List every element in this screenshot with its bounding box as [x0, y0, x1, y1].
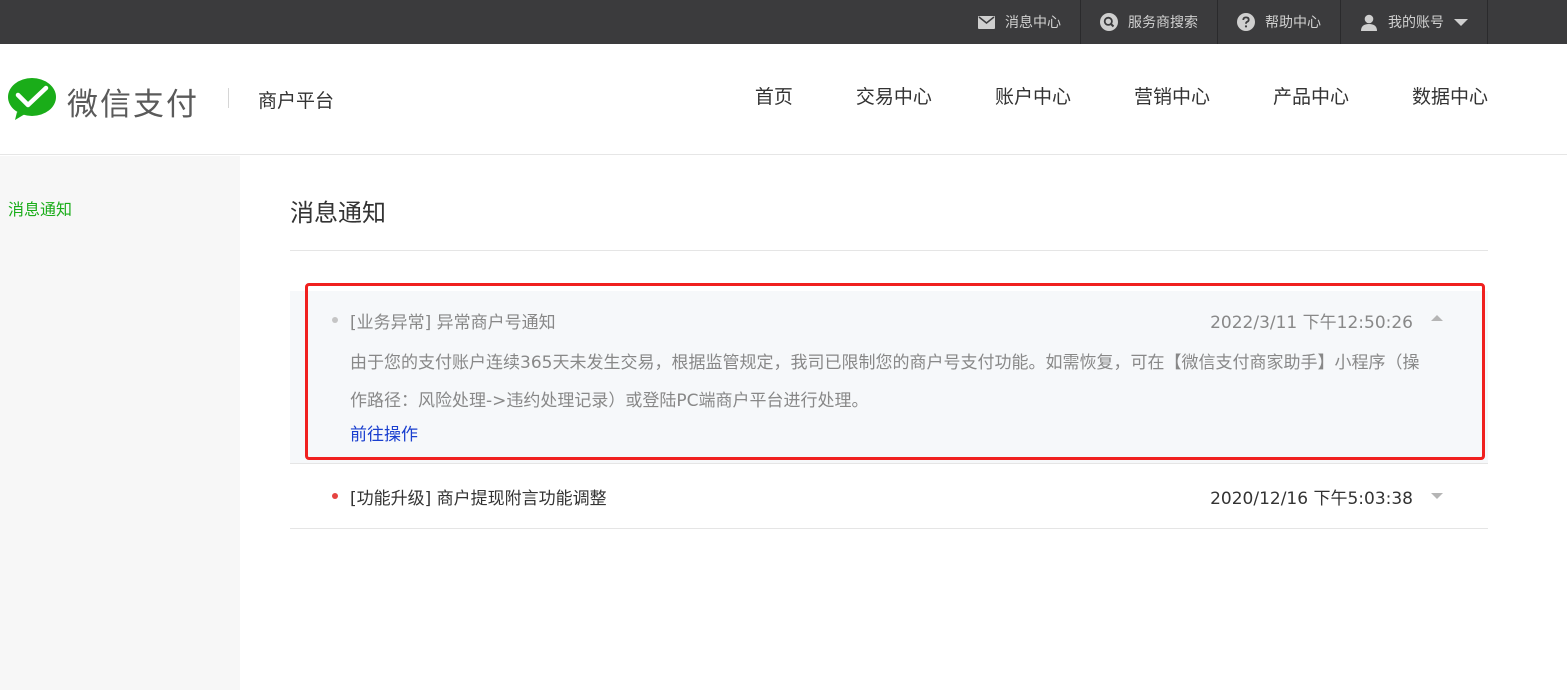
topnav-message-center[interactable]: 消息中心 [958, 0, 1080, 44]
title-divider [290, 250, 1488, 251]
sidebar-item-notifications[interactable]: 消息通知 [8, 196, 72, 220]
message-item[interactable]: [功能升级] 商户提现附言功能调整 2020/12/16 下午5:03:38 [290, 465, 1488, 529]
wechat-pay-logo-icon [7, 78, 57, 125]
platform-name: 商户平台 [258, 90, 335, 112]
user-icon [1360, 13, 1378, 31]
top-nav: 消息中心 服务商搜索 帮助中心 我的账号 [958, 0, 1488, 44]
topnav-label: 消息中心 [1005, 15, 1061, 31]
header-divider [228, 88, 229, 108]
collapse-arrow-icon[interactable] [1431, 315, 1443, 321]
read-dot-icon [332, 317, 338, 323]
message-title: [功能升级] 商户提现附言功能调整 [350, 489, 607, 509]
topnav-my-account[interactable]: 我的账号 [1340, 0, 1488, 44]
nav-product-center[interactable]: 产品中心 [1273, 82, 1349, 109]
nav-trade-center[interactable]: 交易中心 [856, 82, 932, 109]
logo-text: 微信支付 [67, 87, 199, 123]
topnav-label: 我的账号 [1388, 15, 1444, 31]
logo[interactable]: 微信支付 [7, 78, 199, 125]
message-item[interactable]: [业务异常] 异常商户号通知 2022/3/11 下午12:50:26 由于您的… [290, 283, 1488, 464]
message-time: 2020/12/16 下午5:03:38 [1210, 489, 1413, 509]
message-time: 2022/3/11 下午12:50:26 [1210, 313, 1413, 333]
search-icon [1100, 13, 1118, 31]
help-icon [1237, 13, 1255, 31]
message-title: [业务异常] 异常商户号通知 [350, 313, 556, 333]
topnav-label: 服务商搜索 [1128, 15, 1198, 31]
topnav-label: 帮助中心 [1265, 15, 1321, 31]
topnav-help-center[interactable]: 帮助中心 [1217, 0, 1340, 44]
main-nav: 首页 交易中心 账户中心 营销中心 产品中心 数据中心 [755, 82, 1488, 109]
nav-account-center[interactable]: 账户中心 [995, 82, 1071, 109]
nav-data-center[interactable]: 数据中心 [1412, 82, 1488, 109]
message-body: 由于您的支付账户连续365天未发生交易，根据监管规定，我司已限制您的商户号支付功… [350, 353, 1420, 411]
top-bar: 消息中心 服务商搜索 帮助中心 我的账号 [0, 0, 1567, 44]
topnav-provider-search[interactable]: 服务商搜索 [1080, 0, 1217, 44]
header: 微信支付 商户平台 首页 交易中心 账户中心 营销中心 产品中心 数据中心 [0, 44, 1567, 155]
caret-down-icon [1454, 18, 1468, 26]
sidebar: 消息通知 [0, 156, 240, 690]
unread-dot-icon [332, 493, 338, 499]
nav-home[interactable]: 首页 [755, 82, 793, 109]
go-to-action-link[interactable]: 前往操作 [350, 420, 418, 445]
mail-icon [977, 13, 995, 31]
expand-arrow-icon[interactable] [1431, 493, 1443, 499]
nav-marketing-center[interactable]: 营销中心 [1134, 82, 1210, 109]
page-title: 消息通知 [290, 199, 386, 227]
